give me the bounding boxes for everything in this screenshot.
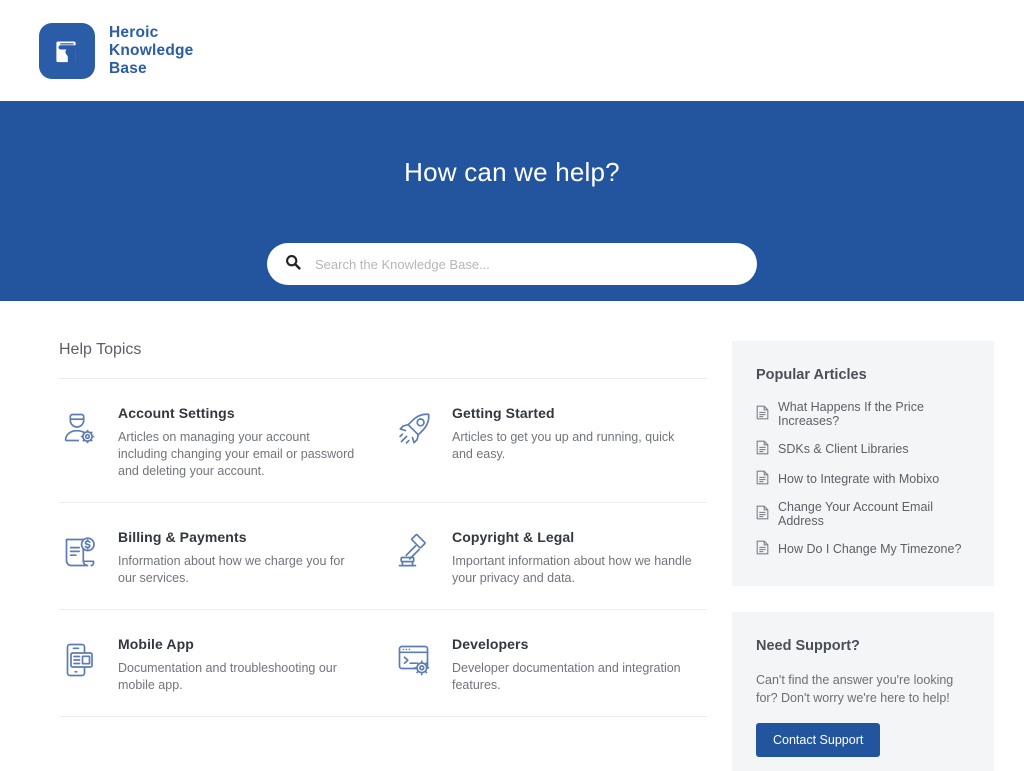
- brand-line-2: Knowledge: [109, 41, 194, 59]
- topic-title: Billing & Payments: [118, 529, 247, 545]
- article-link[interactable]: How Do I Change My Timezone?: [778, 542, 961, 556]
- popular-articles-card: Popular Articles What Happens If the Pri…: [732, 341, 994, 586]
- search-bar[interactable]: [267, 243, 757, 286]
- hero-title: How can we help?: [404, 157, 620, 187]
- popular-articles-title: Popular Articles: [756, 367, 867, 383]
- popular-articles-list: What Happens If the Price Increases? SDK…: [756, 400, 970, 558]
- document-icon: [756, 540, 769, 558]
- need-support-title: Need Support?: [756, 638, 860, 654]
- page-content: Help Topics Account Settings Articles on…: [0, 341, 1024, 771]
- topic-description: Articles on managing your account includ…: [118, 430, 355, 478]
- topic-title: Copyright & Legal: [452, 529, 575, 545]
- contact-support-button[interactable]: Contact Support: [756, 723, 881, 757]
- topic-card-account-settings[interactable]: Account Settings Articles on managing yo…: [59, 379, 393, 503]
- invoice-dollar-icon: [59, 529, 101, 587]
- topic-title: Account Settings: [118, 405, 235, 421]
- account-settings-icon: [59, 405, 101, 480]
- brand-name: Heroic Knowledge Base: [109, 24, 193, 78]
- list-item[interactable]: What Happens If the Price Increases?: [756, 400, 970, 428]
- gavel-icon: [393, 529, 435, 587]
- topic-description: Developer documentation and integration …: [452, 661, 681, 692]
- list-item[interactable]: Change Your Account Email Address: [756, 500, 970, 528]
- list-item[interactable]: SDKs & Client Libraries: [756, 440, 970, 458]
- topic-card-developers[interactable]: Developers Developer documentation and i…: [393, 610, 707, 717]
- topic-card-getting-started[interactable]: Getting Started Articles to get you up a…: [393, 379, 707, 503]
- terminal-gear-icon: [393, 636, 435, 694]
- topic-description: Documentation and troubleshooting our mo…: [118, 661, 337, 692]
- article-link[interactable]: How to Integrate with Mobixo: [778, 472, 939, 486]
- need-support-text: Can't find the answer you're looking for…: [756, 673, 954, 705]
- article-link[interactable]: SDKs & Client Libraries: [778, 442, 909, 456]
- book-icon: [39, 22, 95, 79]
- topic-card-copyright-legal[interactable]: Copyright & Legal Important information …: [393, 503, 707, 610]
- document-icon: [756, 405, 769, 423]
- document-icon: [756, 505, 769, 523]
- need-support-card: Need Support? Can't find the answer you'…: [732, 612, 994, 771]
- sidebar: Popular Articles What Happens If the Pri…: [732, 341, 994, 771]
- help-topics-section: Help Topics Account Settings Articles on…: [59, 341, 707, 771]
- brand-line-1: Heroic: [109, 23, 159, 41]
- topic-title: Mobile App: [118, 636, 194, 652]
- topic-title: Getting Started: [452, 405, 555, 421]
- brand-line-3: Base: [109, 59, 147, 77]
- topic-card-billing-payments[interactable]: Billing & Payments Information about how…: [59, 503, 393, 610]
- list-item[interactable]: How to Integrate with Mobixo: [756, 470, 970, 488]
- search-input[interactable]: [313, 255, 739, 273]
- hero-banner: How can we help?: [0, 101, 1024, 301]
- rocket-icon: [393, 405, 435, 463]
- topic-card-mobile-app[interactable]: Mobile App Documentation and troubleshoo…: [59, 610, 393, 717]
- list-item[interactable]: How Do I Change My Timezone?: [756, 540, 970, 558]
- site-header: Heroic Knowledge Base: [0, 0, 1024, 101]
- brand-logo[interactable]: Heroic Knowledge Base: [39, 22, 193, 79]
- document-icon: [756, 440, 769, 458]
- page-title: Help Topics: [59, 341, 142, 358]
- topic-title: Developers: [452, 636, 529, 652]
- topic-description: Important information about how we handl…: [452, 554, 692, 585]
- article-link[interactable]: What Happens If the Price Increases?: [778, 400, 970, 428]
- article-link[interactable]: Change Your Account Email Address: [778, 500, 970, 528]
- mobile-phone-icon: [59, 636, 101, 694]
- document-icon: [756, 470, 769, 488]
- topic-description: Information about how we charge you for …: [118, 554, 345, 585]
- topic-description: Articles to get you up and running, quic…: [452, 430, 675, 461]
- search-icon: [285, 254, 301, 275]
- topics-grid: Account Settings Articles on managing yo…: [59, 379, 707, 717]
